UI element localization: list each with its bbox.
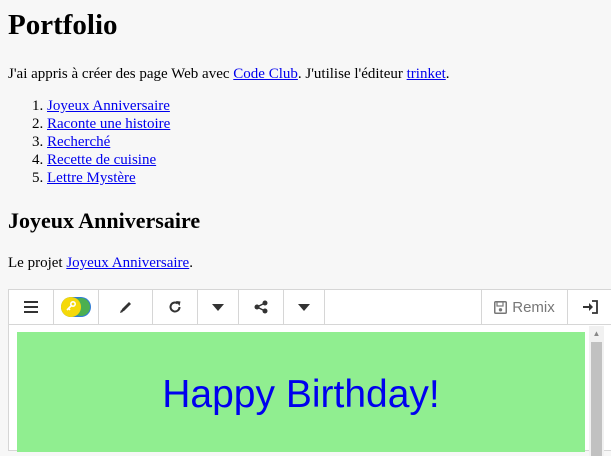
- trinket-output: Happy Birthday!: [17, 332, 585, 452]
- list-item: Raconte une histoire: [47, 115, 603, 133]
- menu-button[interactable]: [9, 290, 54, 324]
- share-options-dropdown[interactable]: [284, 290, 325, 324]
- edit-button[interactable]: [99, 290, 153, 324]
- section-suffix: .: [189, 255, 193, 271]
- pencil-icon: [119, 302, 131, 313]
- project-link[interactable]: Recette de cuisine: [47, 152, 156, 168]
- code-club-link[interactable]: Code Club: [233, 66, 298, 82]
- list-item: Recherché: [47, 133, 603, 151]
- project-link[interactable]: Raconte une histoire: [47, 116, 170, 132]
- refresh-button[interactable]: [153, 290, 198, 324]
- intro-prefix: J'ai appris à créer des page Web avec: [8, 66, 234, 82]
- share-icon: [254, 300, 268, 314]
- share-button[interactable]: [239, 290, 284, 324]
- page-title: Portfolio: [8, 9, 118, 41]
- key-toggle-button[interactable]: [54, 290, 99, 324]
- list-item: Recette de cuisine: [47, 151, 603, 169]
- project-page-link[interactable]: Joyeux Anniversaire: [66, 255, 189, 271]
- output-heading: Happy Birthday!: [162, 373, 440, 416]
- scroll-up-arrow-icon[interactable]: ▲: [589, 326, 604, 340]
- list-item: Lettre Mystère: [47, 169, 603, 187]
- run-options-dropdown[interactable]: [198, 290, 239, 324]
- remix-label: Remix: [512, 298, 555, 316]
- intro-suffix: .: [445, 66, 450, 82]
- trinket-embed: Remix Happy Birthday! ▲: [8, 289, 611, 456]
- portfolio-page: Portfolio J'ai appris à créer des page W…: [0, 0, 611, 272]
- list-item: Joyeux Anniversaire: [47, 97, 603, 115]
- intro-paragraph: J'ai appris à créer des page Web avec Co…: [8, 65, 603, 83]
- save-icon: [494, 300, 508, 314]
- section-prefix: Le projet: [8, 255, 67, 271]
- intro-middle: . J'utilise l'éditeur: [297, 66, 407, 82]
- output-scrollbar[interactable]: ▲: [589, 326, 604, 456]
- project-link[interactable]: Recherché: [47, 134, 110, 150]
- key-toggle-icon: [61, 297, 91, 317]
- section-paragraph: Le projet Joyeux Anniversaire.: [8, 254, 603, 272]
- trinket-toolbar: Remix: [9, 290, 611, 325]
- sign-in-icon: [582, 300, 598, 314]
- project-link[interactable]: Joyeux Anniversaire: [47, 98, 170, 114]
- trinket-link[interactable]: trinket: [407, 66, 446, 82]
- chevron-down-icon: [298, 303, 310, 311]
- remix-button[interactable]: Remix: [481, 290, 567, 324]
- section-title: Joyeux Anniversaire: [8, 208, 201, 233]
- projects-list: Joyeux Anniversaire Raconte une histoire…: [8, 97, 603, 187]
- hamburger-menu-icon: [24, 301, 38, 313]
- refresh-icon: [169, 301, 181, 313]
- chevron-down-icon: [212, 303, 224, 311]
- project-link[interactable]: Lettre Mystère: [47, 170, 136, 186]
- login-button[interactable]: [567, 290, 611, 324]
